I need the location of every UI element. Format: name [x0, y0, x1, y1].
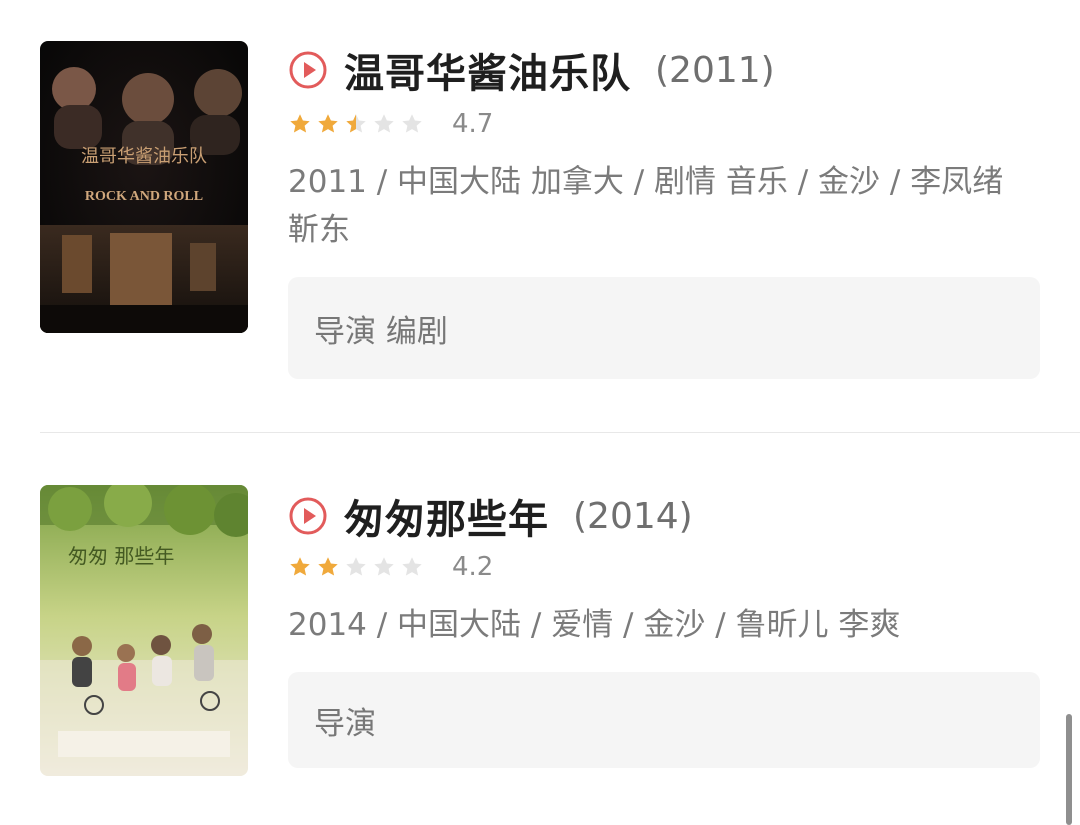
star-icon [402, 557, 422, 576]
role-tags[interactable]: 导演 编剧 [288, 277, 1040, 379]
rating-score: 4.7 [452, 109, 494, 139]
play-icon[interactable] [288, 496, 328, 536]
play-icon[interactable] [288, 50, 328, 90]
movie-poster[interactable]: 温哥华酱油乐队 ROCK AND ROLL [40, 41, 248, 333]
star-icon [346, 114, 366, 133]
star-icon [318, 114, 338, 133]
star-icon [346, 557, 366, 576]
movie-list-item[interactable]: 匆匆 那些年 匆匆那些年 (2014) 4.2 2014 / 中国大陆 / 爱情… [0, 433, 1080, 825]
movie-rating: 4.7 [288, 106, 493, 142]
movie-list-page: 温哥华酱油乐队 ROCK AND ROLL 温哥华酱油乐队 (2011) 4.7… [0, 0, 1080, 825]
star-rating [288, 112, 428, 136]
movie-title: 温哥华酱油乐队 [344, 51, 631, 97]
svg-text:ROCK AND ROLL: ROCK AND ROLL [85, 189, 203, 204]
movie-year: (2011) [655, 49, 775, 91]
movie-meta: 2014 / 中国大陆 / 爱情 / 金沙 / 鲁昕儿 李爽 [288, 607, 901, 643]
star-rating [288, 555, 428, 579]
svg-text:匆匆 那些年: 匆匆 那些年 [68, 544, 174, 568]
rating-score: 4.2 [452, 552, 494, 582]
star-icon [374, 114, 394, 133]
role-tags[interactable]: 导演 [288, 672, 1040, 768]
role-text: 导演 编剧 [314, 313, 448, 350]
movie-rating: 4.2 [288, 549, 493, 585]
scrollbar[interactable] [1066, 714, 1072, 825]
movie-title-row: 温哥华酱油乐队 (2011) [288, 40, 775, 100]
star-icon [290, 114, 310, 133]
movie-list-item[interactable]: 温哥华酱油乐队 ROCK AND ROLL 温哥华酱油乐队 (2011) 4.7… [0, 0, 1080, 432]
role-text: 导演 [314, 705, 376, 742]
star-icon [374, 557, 394, 576]
movie-title-row: 匆匆那些年 (2014) [288, 486, 693, 546]
movie-poster[interactable]: 匆匆 那些年 [40, 485, 248, 776]
movie-year: (2014) [573, 495, 693, 537]
star-icon [290, 557, 310, 576]
movie-title: 匆匆那些年 [344, 497, 549, 543]
movie-meta: 2011 / 中国大陆 加拿大 / 剧情 音乐 / 金沙 / 李凤绪 靳东 [288, 164, 1004, 248]
svg-text:温哥华酱油乐队: 温哥华酱油乐队 [81, 146, 207, 167]
star-icon [402, 114, 422, 133]
star-icon [318, 557, 338, 576]
